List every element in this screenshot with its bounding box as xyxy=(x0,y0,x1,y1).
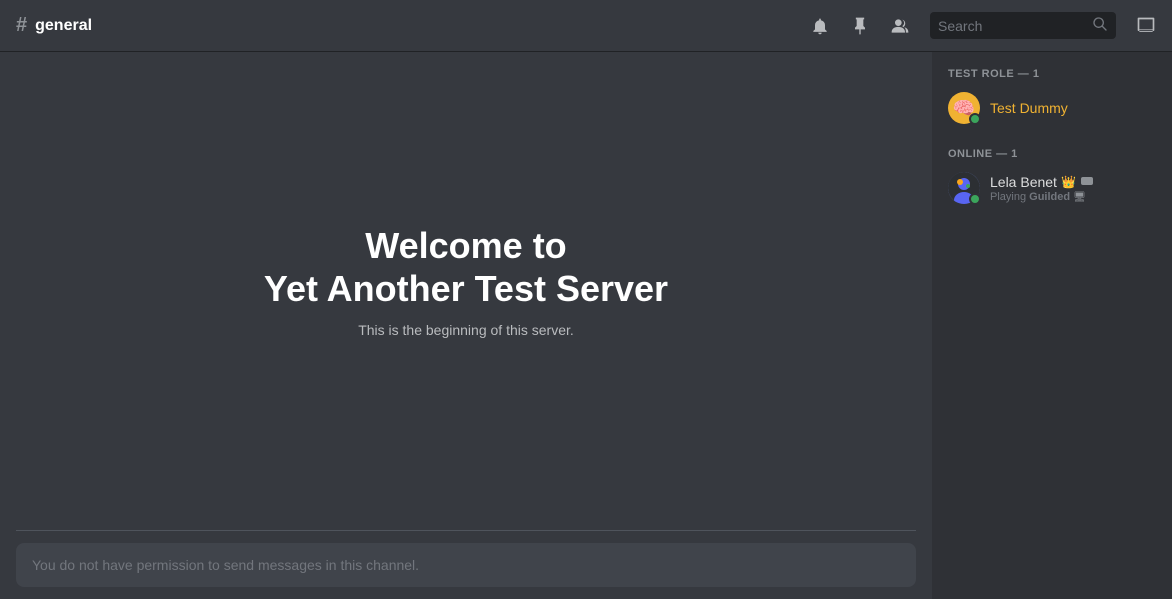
pins-button[interactable] xyxy=(850,16,870,36)
members-category-test-role: TEST ROLE — 1 🧠 Test Dummy xyxy=(940,68,1164,128)
avatar-wrapper-test-dummy: 🧠 xyxy=(948,92,980,124)
message-input-placeholder: You do not have permission to send messa… xyxy=(32,557,419,573)
search-icon xyxy=(1092,16,1108,35)
member-status-lela: Playing Guilded 🖥 xyxy=(990,191,1156,203)
welcome-title: Welcome to Yet Another Test Server xyxy=(264,224,668,310)
welcome-subtitle: This is the beginning of this server. xyxy=(264,322,668,338)
channel-name-label: general xyxy=(35,17,92,35)
welcome-section: Welcome to Yet Another Test Server This … xyxy=(264,224,668,338)
members-sidebar: TEST ROLE — 1 🧠 Test Dummy ONLINE — 1 xyxy=(932,52,1172,599)
main-content: Welcome to Yet Another Test Server This … xyxy=(0,52,1172,599)
nitro-icon xyxy=(1080,174,1094,191)
hash-icon: # xyxy=(16,14,27,37)
category-label-online: ONLINE — 1 xyxy=(940,148,1164,160)
notifications-button[interactable] xyxy=(810,16,830,36)
search-bar[interactable] xyxy=(930,12,1116,39)
game-name: Guilded xyxy=(1029,191,1070,203)
inbox-button[interactable] xyxy=(1136,16,1156,36)
member-list-button[interactable] xyxy=(890,16,910,36)
member-info-test-dummy: Test Dummy xyxy=(990,100,1156,116)
member-item-lela-benet[interactable]: Lela Benet 👑 Playing Guilded 🖥 xyxy=(940,168,1164,208)
member-item-test-dummy[interactable]: 🧠 Test Dummy xyxy=(940,88,1164,128)
member-info-lela: Lela Benet 👑 Playing Guilded 🖥 xyxy=(990,174,1156,203)
category-label-test-role: TEST ROLE — 1 xyxy=(940,68,1164,80)
status-dot-test-dummy xyxy=(969,113,981,125)
chat-area: Welcome to Yet Another Test Server This … xyxy=(0,52,932,599)
status-extra-icon: 🖥 xyxy=(1073,192,1086,203)
status-dot-lela xyxy=(969,193,981,205)
welcome-title-line1: Welcome to xyxy=(365,225,566,266)
avatar-wrapper-lela xyxy=(948,172,980,204)
search-input[interactable] xyxy=(938,18,1084,34)
messages-container: Welcome to Yet Another Test Server This … xyxy=(0,52,932,530)
member-name-test-dummy: Test Dummy xyxy=(990,100,1156,116)
message-input-area: You do not have permission to send messa… xyxy=(0,531,932,599)
member-name-lela: Lela Benet 👑 xyxy=(990,174,1156,191)
crown-icon: 👑 xyxy=(1061,175,1076,189)
message-input-disabled: You do not have permission to send messa… xyxy=(16,543,916,587)
channel-name-group: # general xyxy=(16,14,92,37)
channel-header: # general xyxy=(0,0,1172,52)
header-actions xyxy=(810,12,1156,39)
members-category-online: ONLINE — 1 xyxy=(940,148,1164,208)
welcome-title-line2: Yet Another Test Server xyxy=(264,268,668,309)
